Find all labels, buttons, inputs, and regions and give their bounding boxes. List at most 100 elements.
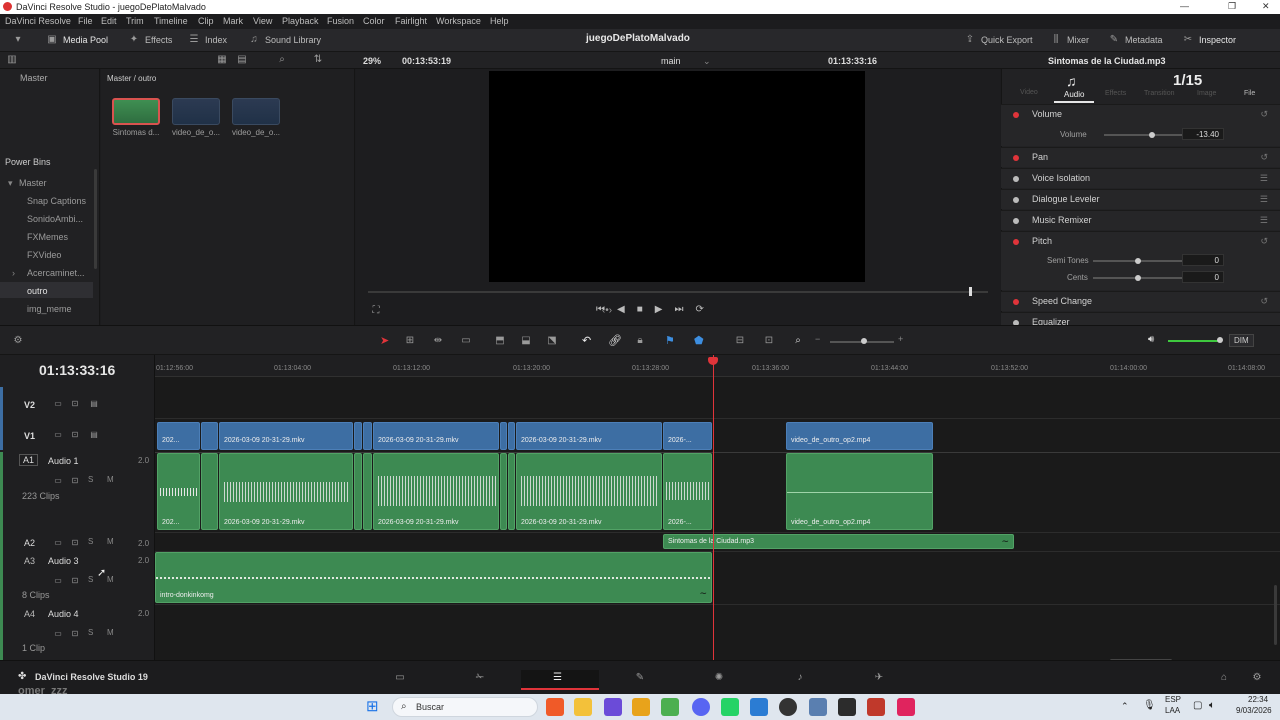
video-clip[interactable]: video_de_outro_op2.mp4 [786, 422, 933, 450]
timeline-selector[interactable]: main [661, 56, 681, 66]
music-clip[interactable]: Sintomas de la Ciudad.mp3 ∼ [663, 534, 1014, 549]
reset-icon[interactable]: ↺ [1260, 152, 1268, 163]
video-frame[interactable] [489, 71, 865, 282]
track-a1-name[interactable]: Audio 1 [48, 456, 79, 466]
settings-gear-icon[interactable]: ⚙ [1251, 672, 1263, 684]
timeline-area[interactable]: 01:12:56:00 01:13:04:00 01:13:12:00 01:1… [155, 355, 1280, 662]
marker-icon[interactable]: ⬟ [694, 334, 704, 347]
speed-change-enable-dot[interactable] [1013, 299, 1019, 305]
bin-scrollbar[interactable] [94, 169, 97, 269]
stop-icon[interactable]: ■ [637, 304, 643, 315]
tab-effects[interactable]: Effects [1105, 90, 1126, 97]
music-remixer-enable-dot[interactable] [1013, 218, 1019, 224]
volume-enable-dot[interactable] [1013, 112, 1019, 118]
menu-fairlight[interactable]: Fairlight [395, 16, 427, 26]
app-icon[interactable] [779, 698, 797, 716]
master-bin-header[interactable]: Master [20, 73, 48, 83]
home-icon[interactable]: ⌂ [1218, 672, 1230, 684]
master-volume-slider[interactable] [1168, 340, 1222, 342]
dim-button[interactable]: DIM [1229, 334, 1254, 347]
auto-select-icon[interactable]: ⊡ [69, 537, 81, 549]
auto-select-icon[interactable]: ⊡ [69, 398, 81, 410]
windows-start-icon[interactable]: ⊞ [366, 697, 379, 715]
mute-button[interactable]: M [107, 575, 114, 584]
media-clip-thumb[interactable] [172, 98, 220, 125]
chevron-up-icon[interactable]: ⌃ [1121, 701, 1129, 712]
speaker-icon[interactable]: 🔊︎ [1148, 334, 1154, 345]
pan-section[interactable]: Pan ↺ [1001, 147, 1280, 167]
bin-acercamiento[interactable]: Acercaminet... [27, 268, 85, 278]
reset-icon[interactable]: ↺ [1260, 236, 1268, 247]
settings-app-icon[interactable] [809, 698, 827, 716]
semi-tones-knob[interactable] [1135, 258, 1141, 264]
video-clip[interactable]: 2026-03-09 20-31-29.mkv [516, 422, 662, 450]
menu-clip[interactable]: Clip [198, 16, 214, 26]
color-page-icon[interactable]: ✺ [713, 672, 725, 684]
timeline-options-icon[interactable]: ⚙ [12, 335, 24, 347]
sort-icon[interactable]: ⇅ [312, 54, 324, 66]
flag-icon[interactable]: ⚑ [665, 334, 675, 347]
microphone-icon[interactable]: 🎙︎ [1143, 700, 1156, 711]
mixer-button[interactable]: ⫼ Mixer [1050, 34, 1089, 46]
audio-clip[interactable]: 202... [157, 453, 200, 530]
minimize-button[interactable]: — [1180, 1, 1189, 11]
lock-icon[interactable]: ▭ [52, 537, 64, 549]
mute-button[interactable]: M [107, 628, 114, 637]
app-icon[interactable] [750, 698, 768, 716]
audio-clip[interactable] [201, 453, 218, 530]
tiktok-icon[interactable] [897, 698, 915, 716]
dialogue-leveler-section[interactable]: Dialogue Leveler ☰ [1001, 189, 1280, 209]
inspector-button[interactable]: ✂ Inspector [1182, 34, 1236, 46]
bin-sonido-ambiente[interactable]: SonidoAmbi... [27, 214, 83, 224]
volume-value-field[interactable]: -13.40 [1182, 128, 1224, 140]
keyboard-language[interactable]: ESP [1165, 695, 1181, 704]
maximize-button[interactable]: ❐ [1228, 1, 1236, 12]
app-icon[interactable] [632, 698, 650, 716]
tab-image[interactable]: Image [1197, 90, 1216, 97]
master-volume-knob[interactable] [1217, 337, 1223, 343]
clock-time[interactable]: 22:34 [1248, 695, 1268, 704]
reset-icon[interactable]: ↺ [1260, 296, 1268, 307]
file-explorer-icon[interactable] [574, 698, 592, 716]
voice-isolation-enable-dot[interactable] [1013, 176, 1019, 182]
zoom-full-icon[interactable]: ⊟ [734, 335, 746, 347]
track-visibility-icon[interactable]: ▤ [88, 429, 100, 441]
volume-icon[interactable]: 🔈︎ [1209, 700, 1215, 711]
tab-audio[interactable]: Audio [1064, 90, 1084, 99]
speed-change-section[interactable]: Speed Change ↺ [1001, 291, 1280, 311]
grid-view-icon[interactable]: ▤ [236, 54, 248, 66]
replace-clip-icon[interactable]: ⬔ [546, 335, 558, 347]
cents-knob[interactable] [1135, 275, 1141, 281]
menu-mark[interactable]: Mark [223, 16, 243, 26]
fusion-page-icon[interactable]: ✎ [634, 672, 646, 684]
bin-snap-captions[interactable]: Snap Captions [27, 196, 86, 206]
intro-clip[interactable]: intro-donkinkomg ∼ [155, 552, 712, 603]
mute-button[interactable]: M [107, 475, 114, 484]
playhead[interactable] [713, 355, 714, 660]
app-icon[interactable] [604, 698, 622, 716]
timeline-v-scrollbar[interactable] [1274, 585, 1277, 645]
taskbar-search-box[interactable]: ⌕ Buscar [392, 697, 538, 717]
play-icon[interactable]: ▶ [655, 304, 663, 315]
first-frame-icon[interactable]: ⏮ [596, 304, 605, 315]
pitch-enable-dot[interactable] [1013, 239, 1019, 245]
zoom-custom-icon[interactable]: ⌕ [792, 335, 804, 347]
video-clip[interactable]: 2026-03-09 20-31-29.mkv [373, 422, 499, 450]
bin-fx-memes[interactable]: FXMemes [27, 232, 68, 242]
lock-icon[interactable]: ▭ [52, 398, 64, 410]
zoom-slider-knob[interactable] [861, 338, 867, 344]
search-icon[interactable]: ⌕ [276, 54, 288, 66]
cents-value-field[interactable]: 0 [1182, 271, 1224, 283]
drag-handle-icon[interactable]: ☰ [1260, 215, 1268, 226]
tab-video[interactable]: Video [1020, 89, 1038, 96]
media-pool-button[interactable]: ▣ Media Pool [46, 34, 108, 46]
loop-icon[interactable]: ⟳ [695, 304, 703, 315]
video-clip[interactable]: 2026-03-09 20-31-29.mkv [219, 422, 353, 450]
equalizer-section[interactable]: Equalizer [1001, 312, 1280, 325]
auto-select-icon[interactable]: ⊡ [69, 429, 81, 441]
drag-handle-icon[interactable]: ☰ [1260, 194, 1268, 205]
thumb-view-icon[interactable]: ▦ [216, 54, 228, 66]
bin-img-meme[interactable]: img_meme [27, 304, 72, 314]
lock-icon[interactable]: ▭ [52, 575, 64, 587]
reverse-play-icon[interactable]: ◀ [617, 304, 625, 315]
